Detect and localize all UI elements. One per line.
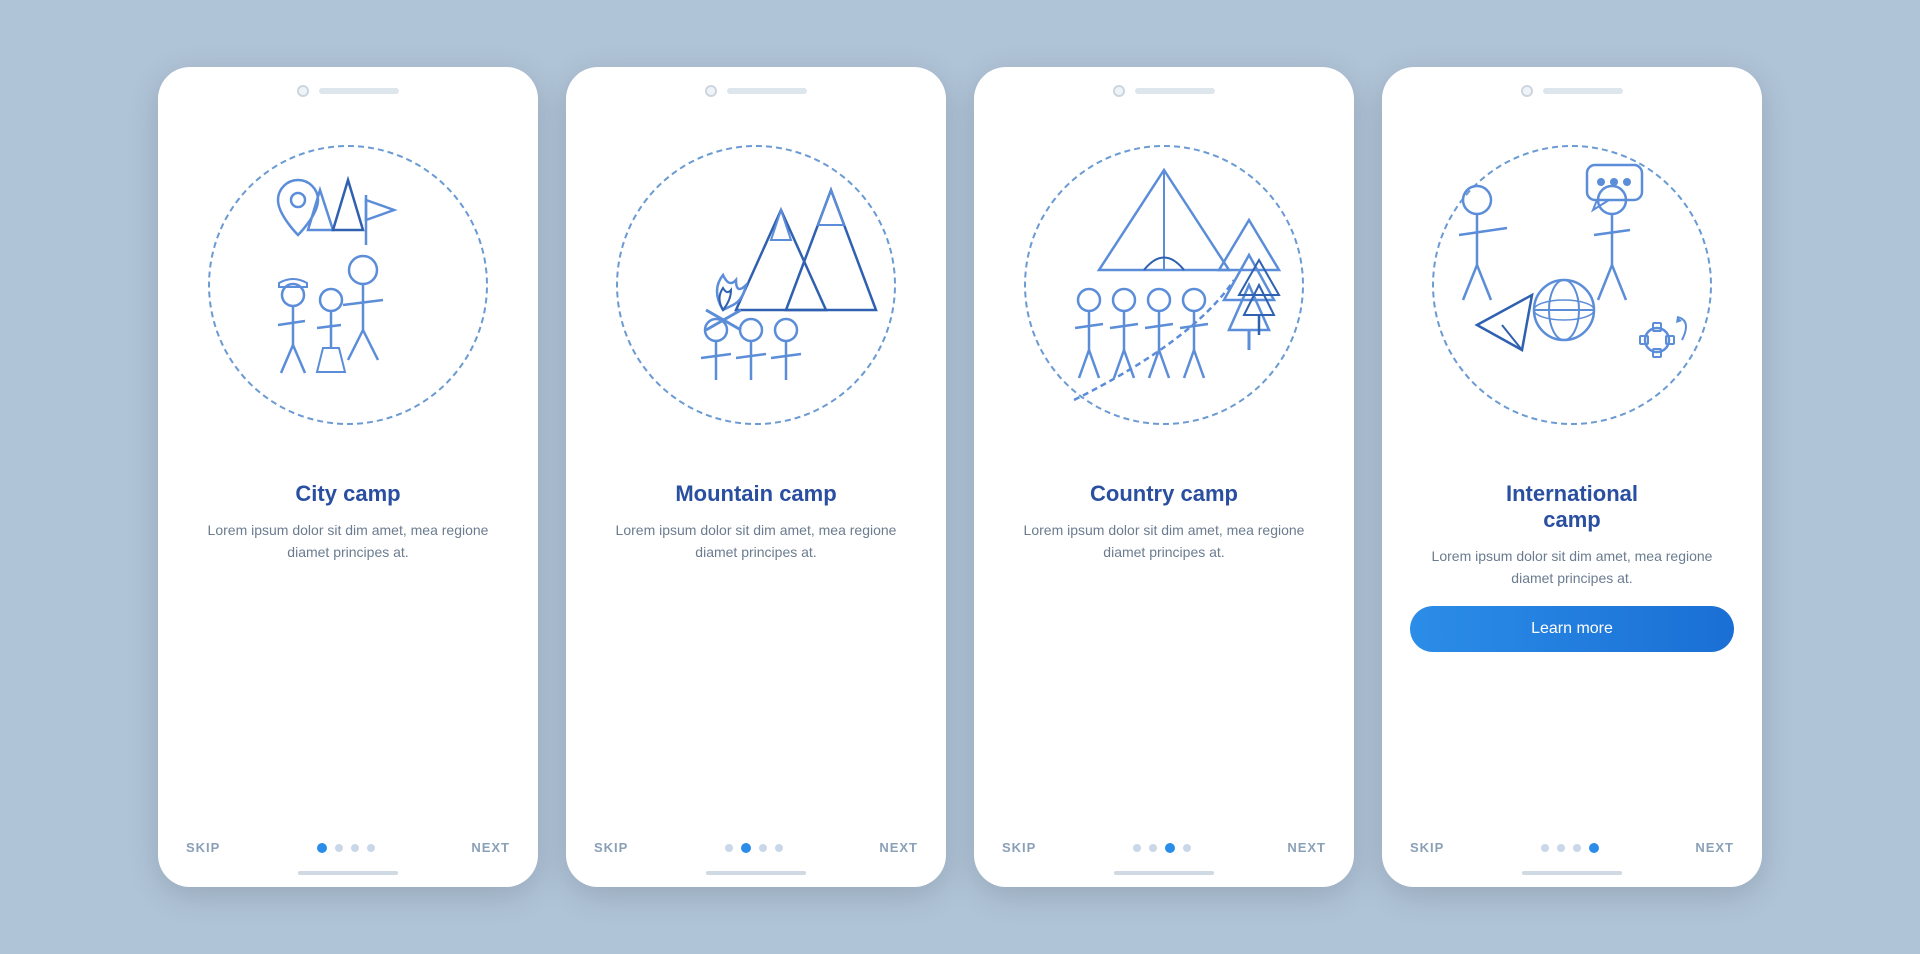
city-illustration-area	[158, 105, 538, 465]
country-illustration-area	[974, 105, 1354, 465]
international-camp-title: International camp	[1506, 481, 1638, 533]
city-content-area: City camp Lorem ipsum dolor sit dim amet…	[158, 465, 538, 832]
mountain-next-button[interactable]: NEXT	[879, 840, 918, 855]
dot-1	[1133, 844, 1141, 852]
dot-2	[1557, 844, 1565, 852]
phone-camera	[297, 85, 309, 97]
international-camp-illustration	[1422, 140, 1722, 430]
city-skip-button[interactable]: SKIP	[186, 840, 220, 855]
international-phone-camera	[1521, 85, 1533, 97]
country-camp-description: Lorem ipsum dolor sit dim amet, mea regi…	[1002, 519, 1326, 564]
mountain-camp-title: Mountain camp	[675, 481, 836, 507]
mountain-phone-top-bar	[566, 67, 946, 105]
international-skip-button[interactable]: SKIP	[1410, 840, 1444, 855]
country-skip-button[interactable]: SKIP	[1002, 840, 1036, 855]
mountain-camp-description: Lorem ipsum dolor sit dim amet, mea regi…	[594, 519, 918, 564]
phone-speaker	[319, 88, 399, 94]
country-next-button[interactable]: NEXT	[1287, 840, 1326, 855]
mountain-skip-button[interactable]: SKIP	[594, 840, 628, 855]
city-camp-illustration	[198, 140, 498, 430]
country-nav-dots	[1133, 843, 1191, 853]
phone-card-city: City camp Lorem ipsum dolor sit dim amet…	[158, 67, 538, 887]
international-bottom-nav: SKIP NEXT	[1382, 832, 1762, 867]
dot-4	[367, 844, 375, 852]
international-next-button[interactable]: NEXT	[1695, 840, 1734, 855]
dot-2	[1149, 844, 1157, 852]
international-nav-dots	[1541, 843, 1599, 853]
city-camp-description: Lorem ipsum dolor sit dim amet, mea regi…	[186, 519, 510, 564]
dot-4	[1183, 844, 1191, 852]
mountain-bottom-nav: SKIP NEXT	[566, 832, 946, 867]
city-camp-title: City camp	[295, 481, 400, 507]
dot-4	[1589, 843, 1599, 853]
dot-1	[725, 844, 733, 852]
international-content-area: International camp Lorem ipsum dolor sit…	[1382, 465, 1762, 832]
dot-1	[317, 843, 327, 853]
international-phone-top-bar	[1382, 67, 1762, 105]
city-bottom-nav: SKIP NEXT	[158, 832, 538, 867]
country-camp-title: Country camp	[1090, 481, 1238, 507]
mountain-camp-illustration	[606, 140, 906, 430]
dot-3	[759, 844, 767, 852]
international-illustration-area	[1382, 105, 1762, 465]
country-phone-speaker	[1135, 88, 1215, 94]
mountain-illustration-area	[566, 105, 946, 465]
dot-2	[741, 843, 751, 853]
city-nav-dots	[317, 843, 375, 853]
mountain-content-area: Mountain camp Lorem ipsum dolor sit dim …	[566, 465, 946, 832]
international-home-indicator	[1522, 871, 1622, 875]
dot-4	[775, 844, 783, 852]
international-camp-description: Lorem ipsum dolor sit dim amet, mea regi…	[1410, 545, 1734, 590]
dot-3	[351, 844, 359, 852]
country-phone-top-bar	[974, 67, 1354, 105]
international-phone-speaker	[1543, 88, 1623, 94]
phone-card-country: Country camp Lorem ipsum dolor sit dim a…	[974, 67, 1354, 887]
dot-3	[1165, 843, 1175, 853]
cards-container: City camp Lorem ipsum dolor sit dim amet…	[118, 27, 1802, 927]
dot-3	[1573, 844, 1581, 852]
phone-card-international: International camp Lorem ipsum dolor sit…	[1382, 67, 1762, 887]
country-camp-illustration	[1014, 140, 1314, 430]
mountain-phone-camera	[705, 85, 717, 97]
country-content-area: Country camp Lorem ipsum dolor sit dim a…	[974, 465, 1354, 832]
country-phone-camera	[1113, 85, 1125, 97]
mountain-home-indicator	[706, 871, 806, 875]
dot-1	[1541, 844, 1549, 852]
phone-top-bar	[158, 67, 538, 105]
city-home-indicator	[298, 871, 398, 875]
learn-more-button[interactable]: Learn more	[1410, 606, 1734, 652]
country-home-indicator	[1114, 871, 1214, 875]
dot-2	[335, 844, 343, 852]
mountain-phone-speaker	[727, 88, 807, 94]
country-bottom-nav: SKIP NEXT	[974, 832, 1354, 867]
phone-card-mountain: Mountain camp Lorem ipsum dolor sit dim …	[566, 67, 946, 887]
city-next-button[interactable]: NEXT	[471, 840, 510, 855]
mountain-nav-dots	[725, 843, 783, 853]
